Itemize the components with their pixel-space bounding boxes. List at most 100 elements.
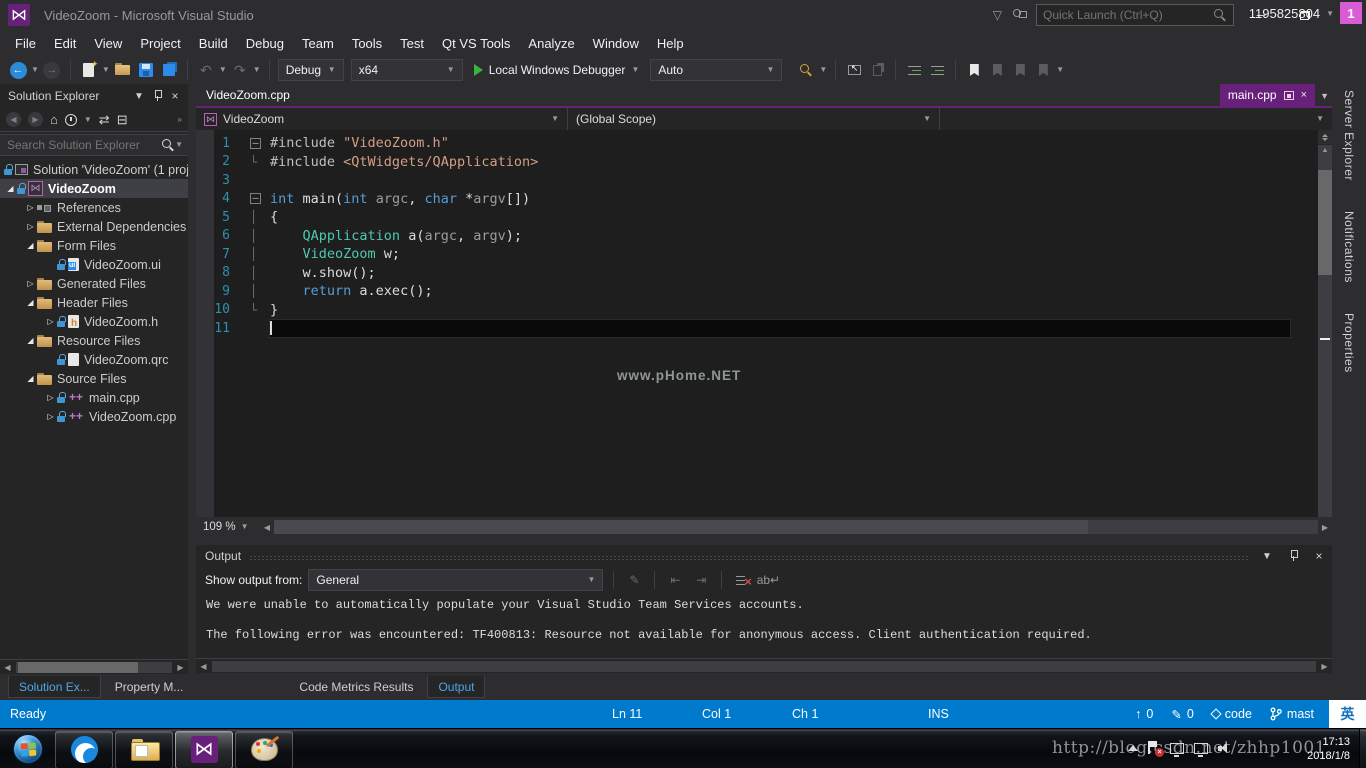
expander-icon[interactable]: ▷	[44, 393, 57, 402]
show-hidden-icons-icon[interactable]	[1128, 745, 1138, 751]
ime-language-indicator[interactable]: 英	[1329, 700, 1366, 728]
tab-list-caret-icon[interactable]: ▼	[1320, 91, 1329, 101]
tree-item-videozoom-ui[interactable]: VideoZoom.ui	[0, 255, 188, 274]
bookmark-caret-icon[interactable]: ▼	[1056, 66, 1064, 74]
solution-explorer-hscrollbar[interactable]: ◀ ▶	[0, 659, 188, 674]
send-feedback-icon[interactable]	[1012, 9, 1026, 21]
tree-item-videozoom-h[interactable]: ▷VideoZoom.h	[0, 312, 188, 331]
tree-item-references[interactable]: ▷References	[0, 198, 188, 217]
avatar[interactable]: 1	[1340, 2, 1362, 24]
navigate-backward-caret-icon[interactable]: ▼	[31, 66, 39, 74]
hscroll-thumb[interactable]	[274, 520, 1088, 534]
filter-caret-icon[interactable]: ▼	[84, 116, 92, 124]
menu-qt-vs-tools[interactable]: Qt VS Tools	[433, 30, 519, 56]
expander-icon[interactable]: ◢	[24, 298, 37, 307]
word-wrap-icon[interactable]: ab↵	[758, 570, 778, 590]
start-button[interactable]	[2, 729, 54, 768]
keep-open-icon[interactable]	[1284, 91, 1294, 100]
side-tab-properties[interactable]: Properties	[1342, 313, 1356, 373]
tree-item-videozoom[interactable]: ◢VideoZoom	[0, 179, 188, 198]
scroll-right-icon[interactable]: ▶	[173, 663, 188, 672]
find-in-files-icon[interactable]	[796, 59, 816, 81]
user-id[interactable]: 1195825804	[1249, 6, 1320, 21]
close-tab-icon[interactable]: ×	[1301, 89, 1307, 101]
collapse-all-icon[interactable]: ⊟	[117, 113, 128, 126]
taskbar-browser-button[interactable]	[55, 731, 113, 768]
display-icon[interactable]	[1170, 743, 1184, 754]
start-debugging-button[interactable]: Local Windows Debugger ▼	[466, 59, 648, 81]
menu-build[interactable]: Build	[190, 30, 237, 56]
tool-tab-property-m[interactable]: Property M...	[105, 676, 194, 698]
new-project-icon[interactable]: ✦	[79, 59, 99, 81]
split-window-handle[interactable]	[1318, 130, 1332, 145]
expander-icon[interactable]: ▷	[44, 412, 57, 421]
tree-item-main-cpp[interactable]: ▷++main.cpp	[0, 388, 188, 407]
expander-icon[interactable]: ▷	[44, 317, 57, 326]
save-icon[interactable]	[136, 59, 156, 81]
vscroll-thumb[interactable]	[1318, 170, 1332, 275]
scroll-up-icon[interactable]: ▲	[1318, 145, 1332, 157]
nav-scope-dropdown[interactable]: (Global Scope) ▼	[568, 108, 940, 130]
configuration-combo[interactable]: Debug▼	[278, 59, 344, 81]
search-options-caret-icon[interactable]: ▼	[175, 141, 183, 149]
tree-item-videozoom-cpp[interactable]: ▷++VideoZoom.cpp	[0, 407, 188, 426]
code-line-5[interactable]: 5│{	[196, 208, 1318, 227]
expander-icon[interactable]: ▷	[24, 222, 37, 231]
window-position-caret-icon[interactable]: ▼	[130, 87, 148, 105]
taskbar-paint-button[interactable]	[235, 731, 293, 768]
feedback-filter-icon[interactable]: ▽	[993, 8, 1002, 22]
new-project-caret-icon[interactable]: ▼	[102, 66, 110, 74]
expander-icon[interactable]: ▷	[24, 279, 37, 288]
branch-indicator[interactable]: mast	[1270, 707, 1314, 721]
tool-tab-code-metrics-results[interactable]: Code Metrics Results	[289, 676, 423, 698]
tree-item-solution-videozoom-1-project[interactable]: Solution 'VideoZoom' (1 project)	[0, 160, 188, 179]
expander-icon[interactable]: ◢	[24, 336, 37, 345]
menu-edit[interactable]: Edit	[45, 30, 85, 56]
decrease-indent-icon[interactable]	[904, 59, 924, 81]
menu-test[interactable]: Test	[391, 30, 433, 56]
menu-help[interactable]: Help	[648, 30, 693, 56]
expander-icon[interactable]: ◢	[4, 184, 17, 193]
scroll-right-icon[interactable]: ▶	[1318, 523, 1332, 532]
code-line-8[interactable]: 8│ w.show();	[196, 264, 1318, 283]
code-line-6[interactable]: 6│ QApplication a(argc, argv);	[196, 227, 1318, 246]
tree-item-form-files[interactable]: ◢Form Files	[0, 236, 188, 255]
code-line-9[interactable]: 9│ return a.exec();	[196, 282, 1318, 301]
fold-marker[interactable]: –	[250, 193, 270, 204]
open-file-icon[interactable]	[113, 59, 133, 81]
action-center-icon[interactable]: ×	[1148, 741, 1160, 755]
tree-item-resource-files[interactable]: ◢Resource Files	[0, 331, 188, 350]
tray-clock[interactable]: 17:13 2018/1/8	[1307, 735, 1350, 763]
tool-tab-solution-ex[interactable]: Solution Ex...	[8, 676, 101, 698]
tree-item-header-files[interactable]: ◢Header Files	[0, 293, 188, 312]
expander-icon[interactable]: ◢	[24, 241, 37, 250]
nav-type-dropdown[interactable]: ⋈ VideoZoom ▼	[196, 108, 568, 130]
code-editor[interactable]: 1–#include "VideoZoom.h"2└#include <QtWi…	[196, 130, 1318, 517]
quick-launch-box[interactable]	[1036, 4, 1234, 26]
pin-icon[interactable]	[148, 87, 166, 105]
redo-caret-icon[interactable]: ▼	[253, 66, 261, 74]
code-line-2[interactable]: 2└#include <QtWidgets/QApplication>	[196, 153, 1318, 172]
navigate-backward-icon[interactable]: ←	[8, 59, 28, 81]
close-panel-icon[interactable]: ×	[1310, 547, 1328, 565]
output-text-area[interactable]: We were unable to automatically populate…	[196, 593, 1332, 658]
expander-icon[interactable]: ▷	[24, 203, 37, 212]
output-hscrollbar[interactable]: ◀ ▶	[196, 658, 1332, 673]
increase-indent-icon[interactable]	[927, 59, 947, 81]
editor-vscrollbar[interactable]: ▲	[1318, 130, 1332, 517]
taskbar-explorer-button[interactable]	[115, 731, 173, 768]
toggle-bookmark-icon[interactable]	[964, 59, 984, 81]
tree-item-external-dependencies[interactable]: ▷External Dependencies	[0, 217, 188, 236]
output-header[interactable]: Output ▼ ×	[196, 545, 1332, 567]
network-icon[interactable]	[1194, 743, 1208, 754]
quick-launch-input[interactable]	[1043, 8, 1214, 22]
taskbar-visual-studio-button[interactable]: ⋈	[175, 731, 233, 768]
undo-icon[interactable]: ↶	[196, 59, 216, 81]
redo-icon[interactable]: ↷	[230, 59, 250, 81]
menu-analyze[interactable]: Analyze	[519, 30, 583, 56]
volume-icon[interactable]	[1218, 742, 1232, 754]
pending-changes-filter-icon[interactable]	[65, 114, 77, 126]
undo-caret-icon[interactable]: ▼	[219, 66, 227, 74]
tab-videozoom-cpp[interactable]: VideoZoom.cpp	[196, 84, 300, 106]
side-tab-server-explorer[interactable]: Server Explorer	[1342, 90, 1356, 181]
